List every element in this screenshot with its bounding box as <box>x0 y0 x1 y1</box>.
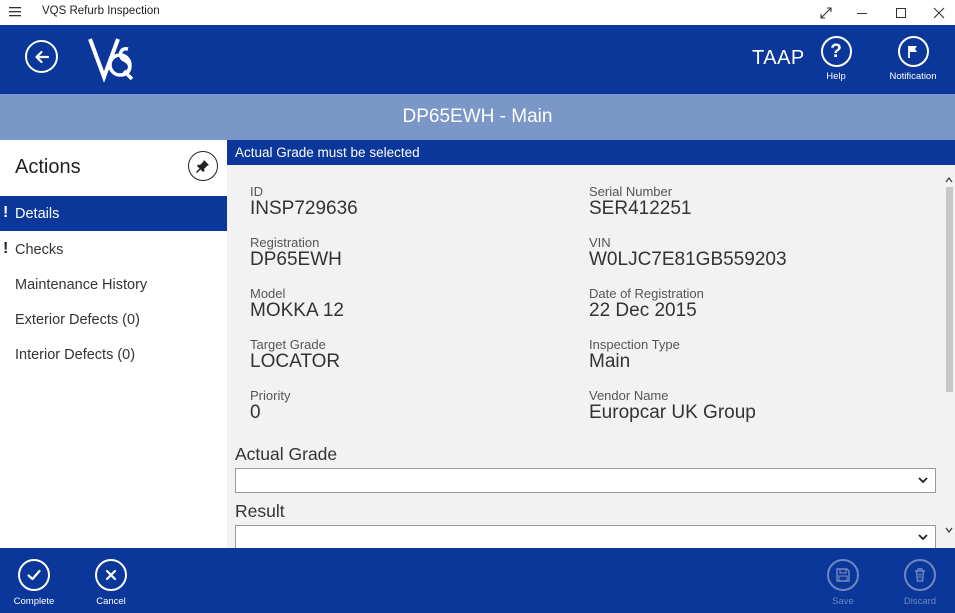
save-label: Save <box>832 596 854 607</box>
field-inspection-type: Inspection Type Main <box>589 338 680 372</box>
vqs-logo <box>88 38 134 83</box>
sidebar-item-exterior-defects[interactable]: Exterior Defects (0) <box>0 302 227 337</box>
actions-sidebar: Actions ! Details ! Checks Maintenance H… <box>0 140 227 548</box>
field-value: Europcar UK Group <box>589 402 756 423</box>
maximize-button[interactable] <box>882 0 920 25</box>
result-select[interactable] <box>235 525 936 548</box>
sidebar-item-label: Interior Defects (0) <box>15 346 136 363</box>
x-icon <box>95 559 127 591</box>
sidebar-item-checks[interactable]: ! Checks <box>0 232 227 267</box>
help-button[interactable]: ? Help <box>801 36 871 82</box>
field-label: Model <box>250 286 286 301</box>
field-target-grade: Target Grade LOCATOR <box>250 338 340 372</box>
close-icon <box>933 7 945 18</box>
field-value: DP65EWH <box>250 249 342 270</box>
field-value: Main <box>589 351 631 372</box>
details-panel: Actual Grade must be selected ID INSP729… <box>227 140 955 548</box>
field-label: Priority <box>250 388 291 403</box>
scroll-up-icon[interactable] <box>944 175 954 185</box>
field-label: Target Grade <box>250 337 326 352</box>
field-vendor-name: Vendor Name Europcar UK Group <box>589 389 756 423</box>
close-button[interactable] <box>920 0 955 25</box>
result-label: Result <box>235 501 285 521</box>
sidebar-item-details[interactable]: ! Details <box>0 196 227 231</box>
pin-button[interactable] <box>188 151 218 181</box>
page-title-bar: DP65EWH - Main <box>0 94 955 140</box>
field-value: MOKKA 12 <box>250 300 344 321</box>
minimize-button[interactable] <box>843 0 881 25</box>
field-value: SER412251 <box>589 198 692 219</box>
scroll-down-icon[interactable] <box>944 525 954 535</box>
expand-icon <box>820 6 832 19</box>
field-label: Date of Registration <box>589 286 704 301</box>
pin-icon <box>195 160 209 174</box>
app-header: TAAP ? Help Notification <box>0 25 955 94</box>
title-bar: VQS Refurb Inspection <box>0 0 955 25</box>
field-label: Vendor Name <box>589 388 669 403</box>
vertical-scrollbar[interactable] <box>943 175 955 548</box>
discard-label: Discard <box>903 596 937 607</box>
notification-button[interactable]: Notification <box>878 36 948 82</box>
notification-label: Notification <box>889 71 937 82</box>
field-registration: Registration DP65EWH <box>250 236 342 270</box>
back-arrow-icon <box>34 50 49 63</box>
field-label: Registration <box>250 235 320 250</box>
app-title: VQS Refurb Inspection <box>42 5 160 17</box>
field-priority: Priority 0 <box>250 389 290 423</box>
back-button[interactable] <box>25 40 58 73</box>
minimize-icon <box>857 12 867 14</box>
trash-icon <box>904 559 936 591</box>
check-icon <box>18 559 50 591</box>
sidebar-item-label: Maintenance History <box>15 276 148 293</box>
hamburger-icon[interactable] <box>8 5 22 19</box>
field-value: W0LJC7E81GB559203 <box>589 249 787 270</box>
actual-grade-select[interactable] <box>235 468 936 493</box>
chevron-down-icon <box>918 534 928 541</box>
field-value: 0 <box>250 402 261 423</box>
field-vin: VIN W0LJC7E81GB559203 <box>589 236 787 270</box>
scrollbar-thumb[interactable] <box>946 187 953 392</box>
user-label: TAAP <box>752 47 805 69</box>
help-icon: ? <box>820 36 852 67</box>
field-label: Inspection Type <box>589 337 680 352</box>
sidebar-item-label: Exterior Defects (0) <box>15 311 140 328</box>
actions-title: Actions <box>15 156 81 178</box>
chevron-down-icon <box>918 477 928 484</box>
save-icon <box>827 559 859 591</box>
sidebar-item-interior-defects[interactable]: Interior Defects (0) <box>0 337 227 372</box>
field-model: Model MOKKA 12 <box>250 287 344 321</box>
validation-error-banner: Actual Grade must be selected <box>227 140 955 165</box>
sidebar-item-label: Details <box>15 205 60 222</box>
app-window: VQS Refurb Inspection TAAP ? Help Notifi… <box>0 0 955 613</box>
warning-indicator: ! <box>3 240 9 257</box>
maximize-icon <box>896 7 906 18</box>
field-serial-number: Serial Number SER412251 <box>589 185 691 219</box>
cancel-button[interactable]: Cancel <box>81 559 141 607</box>
fullscreen-button[interactable] <box>807 0 845 25</box>
discard-button[interactable]: Discard <box>890 559 950 607</box>
bottom-app-bar: Complete Cancel Save Discard <box>0 548 955 613</box>
complete-label: Complete <box>13 596 55 607</box>
flag-icon <box>897 36 929 67</box>
field-value: LOCATOR <box>250 351 341 372</box>
field-label: ID <box>250 184 263 199</box>
sidebar-item-label: Checks <box>15 241 64 258</box>
sidebar-item-maintenance-history[interactable]: Maintenance History <box>0 267 227 302</box>
field-date-of-registration: Date of Registration 22 Dec 2015 <box>589 287 704 321</box>
cancel-label: Cancel <box>96 596 126 607</box>
page-title: DP65EWH - Main <box>402 106 553 127</box>
field-id: ID INSP729636 <box>250 185 358 219</box>
save-button[interactable]: Save <box>813 559 873 607</box>
field-label: Serial Number <box>589 184 673 199</box>
field-value: 22 Dec 2015 <box>589 300 697 321</box>
field-label: VIN <box>589 235 611 250</box>
warning-indicator: ! <box>3 204 9 221</box>
help-label: Help <box>826 71 846 82</box>
complete-button[interactable]: Complete <box>4 559 64 607</box>
actual-grade-label: Actual Grade <box>235 444 338 464</box>
field-value: INSP729636 <box>250 198 358 219</box>
